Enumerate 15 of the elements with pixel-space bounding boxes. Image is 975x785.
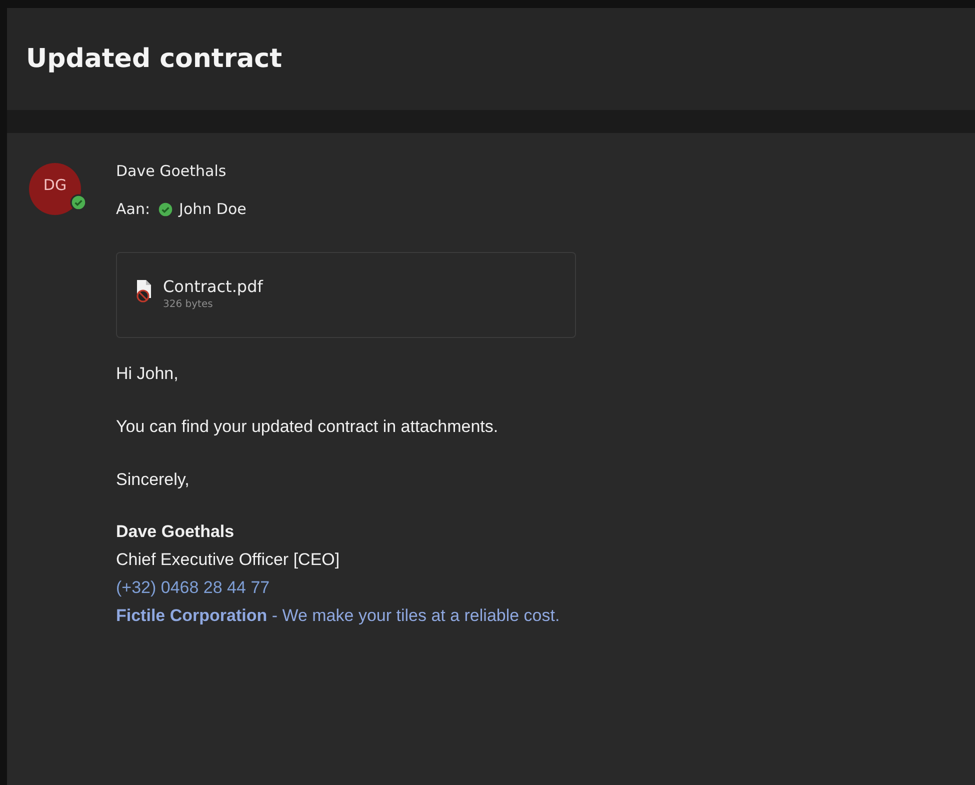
body-paragraph: You can find your updated contract in attachments. — [116, 417, 498, 437]
signature-name: Dave Goethals — [116, 521, 234, 543]
attachment-size: 326 bytes — [163, 299, 214, 310]
phone-link[interactable]: (+32) 0468 28 44 77 — [116, 574, 270, 602]
signature-title: Chief Executive Officer [CEO] — [116, 549, 340, 571]
body-paragraph: Hi John, — [116, 364, 178, 384]
company-tagline[interactable]: Fictile Corporation - We make your tiles at a reliable cost. — [116, 602, 560, 630]
attachment-card[interactable]: Contract.pdf 326 bytes — [116, 252, 576, 338]
sender-avatar: DG — [29, 163, 81, 215]
recipient-name[interactable]: John Doe — [179, 200, 246, 218]
attachment-name: Contract.pdf — [163, 277, 263, 296]
email-subject: Updated contract — [26, 44, 282, 74]
sender-name[interactable]: Dave Goethals — [116, 162, 246, 180]
recipients-label: Aan: — [116, 200, 150, 218]
body-paragraph: Sincerely, — [116, 470, 190, 490]
